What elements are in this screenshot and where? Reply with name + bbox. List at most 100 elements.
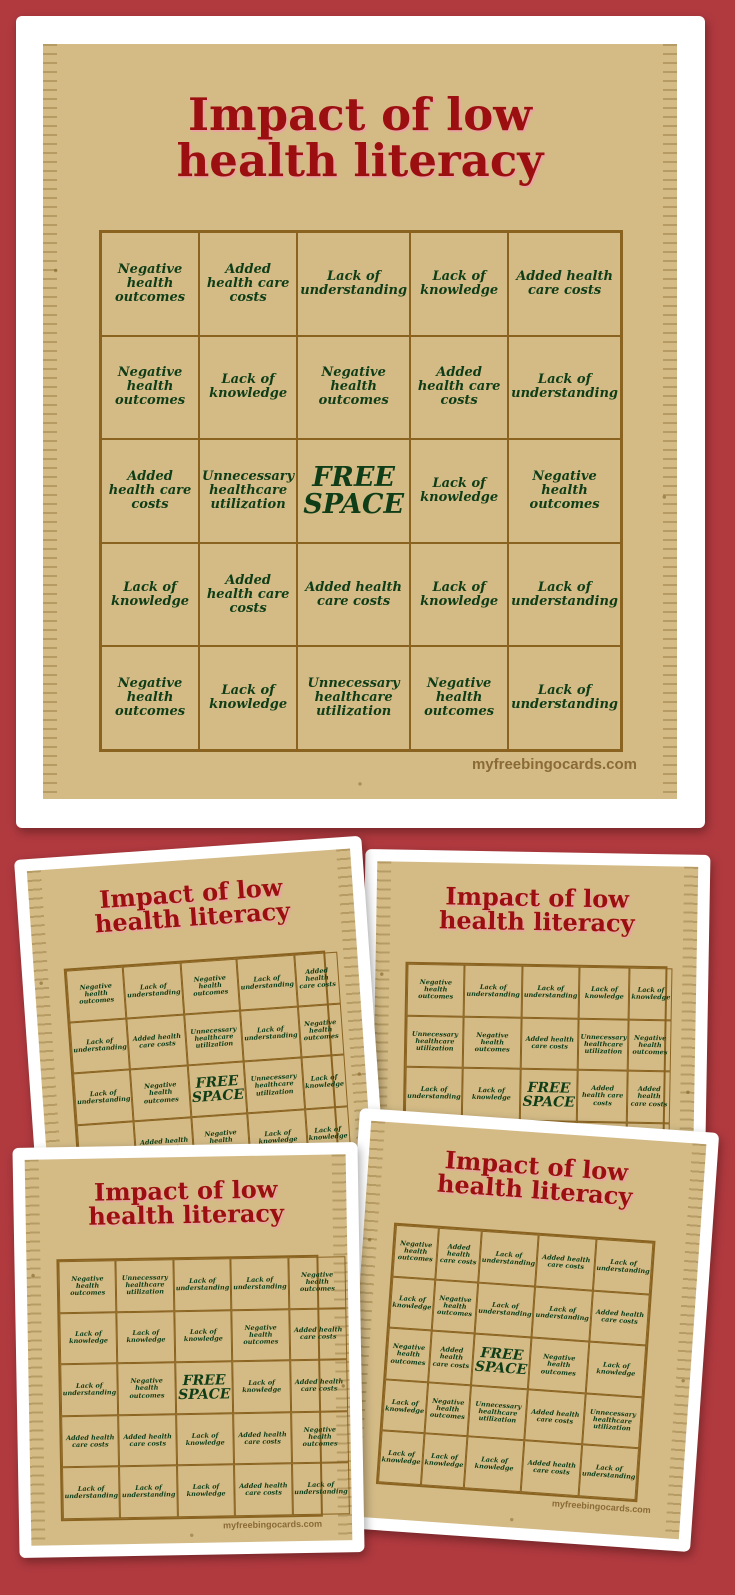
free-space-cell: FREE SPACE: [175, 1361, 234, 1415]
bingo-cell: Added health care costs: [428, 1330, 475, 1386]
free-space-cell: FREE SPACE: [187, 1061, 248, 1118]
bingo-cell: Lack of understanding: [230, 1257, 290, 1310]
bingo-cell: Lack of knowledge: [628, 967, 673, 1020]
bingo-cell: Lack of understanding: [123, 962, 185, 1019]
card-title: Impact of low health literacy: [28, 870, 355, 941]
free-space-cell: FREE SPACE: [297, 439, 411, 543]
bingo-cell: Lack of understanding: [521, 965, 580, 1019]
bingo-cell: Negative health outcomes: [290, 1411, 350, 1464]
card-title: Impact of low health literacy: [43, 92, 677, 184]
bingo-cell: Negative health outcomes: [130, 1065, 192, 1122]
bingo-cell: Unnecessary healthcare utilization: [115, 1259, 175, 1312]
card-title: Impact of low health literacy: [25, 1174, 347, 1232]
bingo-cell: Lack of knowledge: [388, 1276, 436, 1331]
bingo-cell: Added health care costs: [524, 1389, 586, 1445]
bingo-cell: Lack of understanding: [508, 542, 621, 647]
site-watermark: myfreebingocards.com: [471, 756, 637, 773]
bingo-cell: Negative health outcomes: [101, 232, 200, 336]
bingo-cell: Negative health outcomes: [528, 1337, 590, 1394]
bingo-cell: Lack of understanding: [592, 1238, 654, 1295]
bingo-cell: Added health care costs: [118, 1414, 177, 1467]
bingo-cell: Lack of knowledge: [199, 335, 298, 440]
bingo-cell: Lack of knowledge: [116, 1310, 176, 1364]
bingo-cell: Added health care costs: [297, 542, 411, 647]
bingo-cell: Added health care costs: [293, 951, 341, 1007]
bingo-cell: Added health care costs: [199, 542, 298, 647]
bingo-cell: Lack of knowledge: [232, 1360, 291, 1414]
bingo-cell: Added health care costs: [508, 232, 621, 336]
bingo-grid: Negative health outcomes Added health car…: [375, 1222, 656, 1503]
bingo-cell: Added health care costs: [577, 1069, 629, 1123]
card-title: Impact of low health literacy: [366, 1143, 705, 1215]
bingo-cell: Negative health outcomes: [392, 1224, 439, 1280]
site-watermark: myfreebingocards.com: [222, 1518, 323, 1531]
bingo-cell: Lack of understanding: [297, 232, 411, 336]
bingo-cell: Lack of understanding: [240, 1006, 302, 1062]
bingo-cell: Lack of understanding: [73, 1069, 134, 1126]
bingo-cell: Lack of knowledge: [176, 1464, 236, 1518]
bingo-cell: Added health care costs: [535, 1234, 597, 1291]
bingo-cell: Lack of knowledge: [420, 1433, 468, 1489]
bingo-cell: Unnecessary healthcare utilization: [405, 1015, 465, 1068]
bingo-cell: Lack of knowledge: [462, 1067, 521, 1121]
bingo-grid: Negative health outcomes Unnecessary heal…: [56, 1254, 351, 1522]
title-line-1: Impact of low: [187, 88, 533, 141]
bingo-cell: Lack of understanding: [478, 1230, 540, 1287]
bingo-cell: Unnecessary healthcare utilization: [467, 1385, 529, 1441]
bingo-cell: Unnecessary healthcare utilization: [297, 646, 411, 750]
bingo-card-preview-4[interactable]: Impact of low health literacy Negative h…: [330, 1107, 720, 1553]
bingo-cell: Lack of understanding: [173, 1258, 232, 1311]
bingo-cell: Added health care costs: [520, 1017, 579, 1070]
bingo-cell: Lack of understanding: [474, 1282, 536, 1338]
bingo-cell: Negative health outcomes: [410, 646, 509, 750]
bingo-grid: Negative health outcomes Added health car…: [99, 230, 623, 752]
bingo-cell: Lack of knowledge: [175, 1413, 235, 1466]
bingo-cell: Added health care costs: [521, 1440, 583, 1497]
bingo-cell: Added health care costs: [435, 1227, 482, 1283]
bingo-card-preview-3[interactable]: Impact of low health literacy Negative h…: [12, 1142, 365, 1558]
bingo-cell: Lack of understanding: [236, 954, 298, 1011]
bingo-cell: Added health care costs: [234, 1463, 293, 1517]
bingo-cell: Lack of knowledge: [463, 1436, 525, 1493]
bingo-cell: Negative health outcomes: [385, 1327, 432, 1383]
bingo-cell: Lack of understanding: [508, 646, 621, 750]
title-line-2: health literacy: [88, 1198, 285, 1232]
bingo-cell: Added health care costs: [589, 1290, 651, 1346]
bingo-cell: Lack of knowledge: [101, 542, 200, 647]
bingo-card-main[interactable]: Impact of low health literacy Negative h…: [16, 16, 705, 828]
bingo-cell: Negative health outcomes: [231, 1308, 290, 1362]
bingo-cell: Lack of understanding: [531, 1286, 593, 1342]
bingo-cell: Negative health outcomes: [101, 646, 200, 750]
free-space-cell: FREE SPACE: [519, 1068, 579, 1122]
bingo-cell: Lack of knowledge: [381, 1379, 429, 1434]
bingo-cell: Lack of understanding: [578, 1444, 640, 1501]
bingo-cell: Negative health outcomes: [628, 1019, 672, 1072]
bingo-cell: Lack of understanding: [119, 1465, 178, 1519]
bingo-cell: Negative health outcomes: [117, 1362, 176, 1416]
bingo-cell: Lack of knowledge: [585, 1341, 647, 1398]
title-line-2: health literacy: [176, 133, 544, 187]
bingo-cell: Added health care costs: [289, 1307, 348, 1361]
bingo-cell: Negative health outcomes: [65, 966, 127, 1023]
bingo-cell: Unnecessary healthcare utilization: [578, 1018, 629, 1071]
bingo-cell: Lack of knowledge: [578, 966, 630, 1020]
bingo-cell: Added health care costs: [233, 1412, 292, 1465]
bingo-cell: Lack of knowledge: [410, 542, 509, 647]
bingo-cell: Negative health outcomes: [431, 1279, 479, 1334]
bingo-cell: Added health care costs: [410, 335, 509, 440]
bingo-cell: Lack of understanding: [291, 1462, 351, 1516]
bingo-cell: Lack of understanding: [508, 335, 621, 440]
bingo-cell: Lack of understanding: [60, 1363, 119, 1417]
bingo-cell: Unnecessary healthcare utilization: [582, 1393, 643, 1449]
free-space-cell: FREE SPACE: [471, 1333, 532, 1390]
card-paper: Impact of low health literacy Negative h…: [43, 44, 677, 799]
bingo-cell: Negative health outcomes: [58, 1260, 117, 1313]
bingo-cell: Unnecessary healthcare utilization: [243, 1057, 305, 1114]
bingo-cell: Lack of understanding: [62, 1466, 121, 1520]
bingo-cell: Lack of knowledge: [410, 439, 509, 543]
card-paper: Impact of low health literacy Negative h…: [24, 1154, 353, 1546]
card-paper: Impact of low health literacy Negative h…: [343, 1120, 707, 1540]
bingo-cell: Unnecessary healthcare utilization: [184, 1010, 244, 1066]
bingo-cell: Lack of understanding: [464, 964, 523, 1018]
bingo-cell: Negative health outcomes: [424, 1382, 472, 1437]
